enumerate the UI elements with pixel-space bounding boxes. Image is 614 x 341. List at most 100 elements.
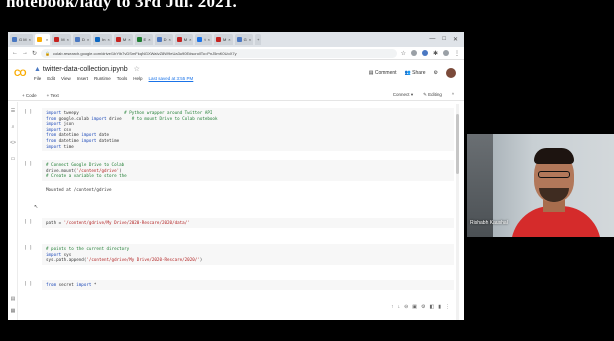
code-editor[interactable]: import tweepy # Python wrapper around Tw… bbox=[42, 108, 454, 152]
tab-close-icon[interactable]: × bbox=[249, 37, 251, 42]
webcam-overlay: Rishabh Kaushal bbox=[467, 134, 614, 237]
run-cell-button[interactable]: [ ] bbox=[24, 220, 32, 225]
url-field[interactable]: 🔒 colab.research.google.com/drive/1bYlb7… bbox=[41, 48, 397, 58]
settings-icon[interactable]: ⚙ bbox=[421, 304, 425, 310]
notebook-area: [ ] import tweepy # Python wrapper around… bbox=[22, 104, 460, 320]
run-cell-button[interactable]: [ ] bbox=[24, 246, 32, 251]
notebook-title[interactable]: ▲ twitter-data-collection.ipynb ☆ bbox=[34, 65, 140, 73]
video-frame: notebook/lady to 3rd Jul. 2021. G M × × M × D… bbox=[0, 0, 614, 341]
browser-tab[interactable]: In × bbox=[93, 34, 112, 45]
browser-tab[interactable]: M × bbox=[174, 34, 194, 45]
tab-close-icon[interactable]: × bbox=[168, 37, 170, 42]
tab-close-icon[interactable]: × bbox=[148, 37, 150, 42]
minimize-icon[interactable]: — bbox=[429, 36, 435, 43]
back-icon[interactable]: ← bbox=[12, 50, 18, 56]
browser-tab[interactable]: t × bbox=[195, 34, 212, 45]
gear-icon[interactable]: ⚙ bbox=[434, 70, 438, 76]
tab-close-icon[interactable]: × bbox=[46, 37, 48, 42]
new-tab-button[interactable]: + bbox=[255, 34, 262, 45]
menu-tools[interactable]: Tools bbox=[117, 76, 128, 81]
search-icon[interactable]: ⌕ bbox=[10, 124, 16, 130]
code-editor[interactable]: path = '/content/gdrive/My Drive/2020-Re… bbox=[42, 218, 454, 228]
browser-tab[interactable]: M × bbox=[52, 34, 71, 45]
move-down-icon[interactable]: ↓ bbox=[398, 304, 401, 310]
run-cell-button[interactable]: [ ] bbox=[24, 282, 32, 287]
terminal-icon[interactable]: ▤ bbox=[10, 296, 16, 302]
menu-help[interactable]: Help bbox=[133, 76, 142, 81]
star-icon[interactable]: ☆ bbox=[401, 50, 406, 57]
code-editor[interactable]: from secret import * bbox=[42, 280, 454, 290]
command-palette-icon[interactable]: ▦ bbox=[10, 308, 16, 314]
tab-close-icon[interactable]: × bbox=[208, 37, 210, 42]
tab-favicon-icon bbox=[136, 37, 142, 42]
code-token: from bbox=[46, 115, 59, 121]
browser-tab[interactable]: × bbox=[34, 34, 51, 45]
tab-close-icon[interactable]: × bbox=[29, 37, 31, 42]
kebab-menu-icon[interactable]: ⋮ bbox=[445, 304, 450, 310]
add-text-button[interactable]: + Text bbox=[47, 93, 59, 98]
add-code-button[interactable]: + Code bbox=[22, 93, 37, 98]
last-edit-link[interactable]: Last saved at 3:55 PM bbox=[149, 76, 194, 81]
maximize-icon[interactable]: □ bbox=[442, 36, 446, 43]
browser-tab[interactable]: M × bbox=[213, 34, 233, 45]
browser-tab[interactable]: D × bbox=[154, 34, 173, 45]
tab-favicon-icon bbox=[197, 37, 203, 42]
avatar[interactable] bbox=[446, 68, 456, 78]
browser-tab[interactable]: G × bbox=[234, 34, 254, 45]
extension-icon[interactable] bbox=[410, 49, 417, 56]
tab-close-icon[interactable]: × bbox=[108, 37, 110, 42]
editing-button[interactable]: ✎ Editing bbox=[423, 92, 442, 98]
tab-favicon-icon bbox=[176, 37, 182, 42]
code-token: datetime bbox=[58, 137, 82, 143]
run-cell-button[interactable]: [ ] bbox=[24, 162, 32, 167]
share-button[interactable]: 👥 Share bbox=[405, 70, 426, 76]
toc-icon[interactable]: ☰ bbox=[10, 108, 16, 114]
comment-icon[interactable]: ▣ bbox=[412, 304, 417, 310]
code-token: import bbox=[81, 132, 99, 138]
move-up-icon[interactable]: ↑ bbox=[391, 304, 394, 310]
extension-icon[interactable] bbox=[421, 49, 428, 56]
menu-file[interactable]: File bbox=[34, 76, 41, 81]
run-cell-button[interactable]: [ ] bbox=[24, 110, 32, 115]
tab-favicon-icon bbox=[74, 37, 80, 42]
code-token: import bbox=[46, 121, 64, 127]
kebab-menu-icon[interactable]: ⋮ bbox=[454, 50, 460, 57]
tab-label: D bbox=[163, 37, 167, 42]
tab-label: G M bbox=[19, 37, 27, 42]
menu-view[interactable]: View bbox=[61, 76, 71, 81]
code-editor[interactable]: # points to the current directory import … bbox=[42, 244, 454, 265]
delete-icon[interactable]: ▮ bbox=[438, 304, 441, 310]
notebook-scrollbar[interactable] bbox=[456, 104, 459, 320]
menu-insert[interactable]: Insert bbox=[77, 76, 88, 81]
code-snippets-icon[interactable]: <> bbox=[10, 140, 16, 146]
browser-tab[interactable]: E × bbox=[134, 34, 153, 45]
forward-icon[interactable]: → bbox=[22, 50, 28, 56]
tab-favicon-icon bbox=[236, 37, 242, 42]
browser-tab[interactable]: G M × bbox=[10, 34, 33, 45]
mirror-icon[interactable]: ◧ bbox=[430, 304, 435, 310]
comment-button[interactable]: ▤ Comment bbox=[369, 70, 397, 76]
tab-favicon-icon bbox=[54, 37, 60, 42]
tab-close-icon[interactable]: × bbox=[189, 37, 191, 42]
tab-close-icon[interactable]: × bbox=[228, 37, 230, 42]
puzzle-icon[interactable]: ✱ bbox=[433, 50, 438, 57]
profile-icon[interactable] bbox=[443, 49, 449, 56]
scrollbar-thumb[interactable] bbox=[456, 114, 459, 174]
browser-tab[interactable]: D × bbox=[72, 34, 92, 45]
link-icon[interactable]: ⊖ bbox=[404, 304, 408, 310]
address-bar: ← → ↻ 🔒 colab.research.google.com/drive/… bbox=[8, 47, 464, 60]
connect-button[interactable]: Connect ▾ bbox=[393, 92, 413, 98]
close-icon[interactable]: ✕ bbox=[453, 36, 458, 43]
tab-favicon-icon bbox=[36, 37, 42, 42]
reload-icon[interactable]: ↻ bbox=[32, 50, 37, 57]
tab-close-icon[interactable]: × bbox=[67, 37, 69, 42]
folder-icon[interactable]: ▭ bbox=[10, 156, 16, 162]
menu-edit[interactable]: Edit bbox=[47, 76, 55, 81]
tab-close-icon[interactable]: × bbox=[87, 37, 89, 42]
collapse-icon[interactable]: ^ bbox=[452, 92, 454, 98]
browser-tab[interactable]: M × bbox=[113, 34, 133, 45]
star-icon[interactable]: ☆ bbox=[134, 66, 140, 73]
tab-close-icon[interactable]: × bbox=[128, 37, 130, 42]
menu-runtime[interactable]: Runtime bbox=[94, 76, 111, 81]
code-editor[interactable]: # Connect Google Drive to Colab drive.mou… bbox=[42, 160, 454, 181]
